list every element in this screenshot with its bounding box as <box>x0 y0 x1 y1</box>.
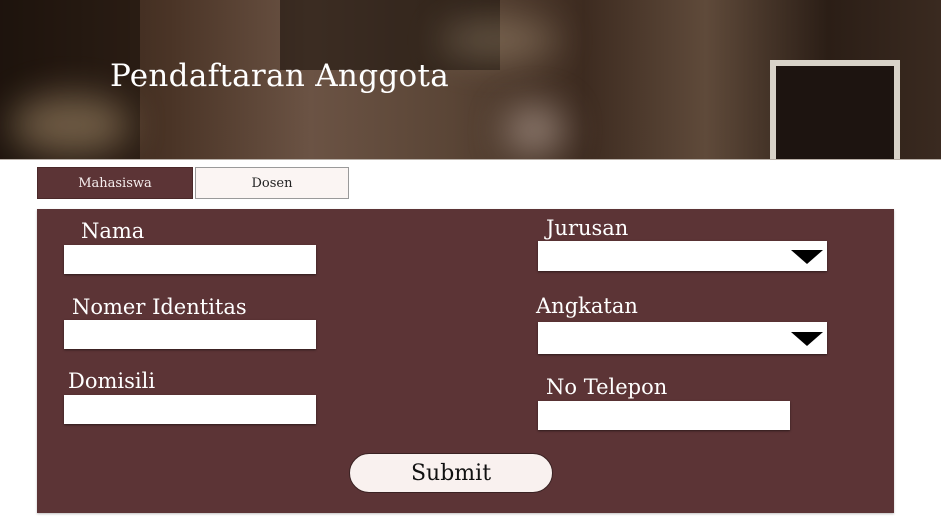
light-glow <box>440 20 560 60</box>
header-banner: Pendaftaran Anggota <box>0 0 941 160</box>
jurusan-select[interactable] <box>538 241 827 271</box>
angkatan-select[interactable] <box>538 322 827 354</box>
submit-button[interactable]: Submit <box>349 453 553 493</box>
tab-dosen[interactable]: Dosen <box>195 167 349 199</box>
doorway <box>770 60 900 159</box>
nomer-identitas-label: Nomer Identitas <box>72 295 247 319</box>
jurusan-label: Jurusan <box>546 216 629 240</box>
domisili-input[interactable] <box>64 395 316 424</box>
tab-mahasiswa[interactable]: Mahasiswa <box>37 167 193 199</box>
no-telepon-label: No Telepon <box>546 375 668 399</box>
angkatan-label: Angkatan <box>536 294 638 318</box>
person-figure <box>505 105 565 155</box>
no-telepon-input[interactable] <box>538 401 790 430</box>
nama-input[interactable] <box>64 245 316 274</box>
page-title: Pendaftaran Anggota <box>110 58 449 94</box>
triangle-down-icon[interactable] <box>791 250 823 264</box>
nomer-identitas-input[interactable] <box>64 320 316 349</box>
nama-label: Nama <box>81 219 145 243</box>
domisili-label: Domisili <box>68 369 156 393</box>
triangle-down-icon[interactable] <box>791 332 823 346</box>
light-glow <box>10 95 130 155</box>
